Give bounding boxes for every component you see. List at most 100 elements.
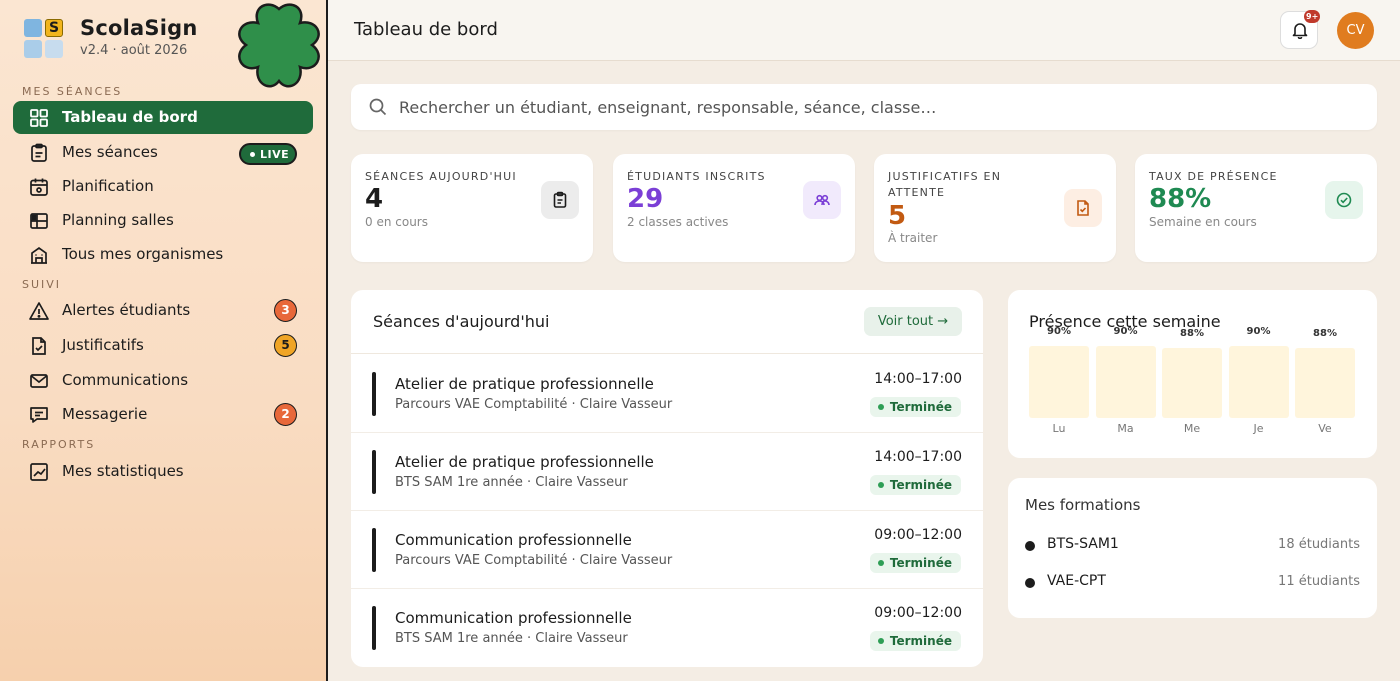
sidebar-item-label: Planning salles (62, 211, 174, 229)
sidebar-item-mes-seances[interactable]: Mes séances LIVE (13, 136, 313, 169)
stat-label: Séances aujourd'hui (365, 170, 517, 183)
stat-sub: 0 en cours (365, 215, 428, 229)
presence-day-label: Me (1183, 422, 1201, 435)
session-meta: BTS SAM 1re année · Claire Vasseur (395, 475, 628, 490)
session-meta: BTS SAM 1re année · Claire Vasseur (395, 631, 628, 646)
brand-version: v2.4 · août 2026 (80, 43, 188, 58)
sidebar-item-alertes-etudiants[interactable]: Alertes étudiants 3 (13, 294, 313, 327)
search-bar (351, 84, 1377, 130)
formation-item[interactable]: VAE-CPT 11 étudiants (1025, 572, 1360, 592)
session-time: 14:00–17:00 (874, 371, 962, 387)
session-name: Communication professionnelle (395, 531, 632, 549)
stat-value: 4 (365, 184, 384, 214)
alert-count-badge: 3 (274, 299, 297, 322)
session-color-bar (372, 606, 376, 650)
presence-value-label: 88% (1180, 328, 1204, 339)
sidebar-item-justificatifs[interactable]: Justificatifs 5 (13, 329, 313, 362)
document-check-icon (1077, 200, 1089, 216)
presence-bar (1162, 348, 1222, 418)
sessions-card: Séances d'aujourd'hui Voir tout → Atelie… (351, 290, 983, 667)
presence-value-label: 90% (1246, 326, 1271, 337)
clover-mascot-icon (238, 3, 320, 88)
session-time: 14:00–17:00 (874, 449, 962, 465)
search-input[interactable] (399, 92, 1359, 122)
user-avatar[interactable]: CV (1337, 12, 1374, 49)
session-status-badge: Terminée (869, 397, 961, 417)
check-circle-icon (1336, 192, 1352, 208)
chat-icon (30, 407, 48, 423)
sidebar-item-label: Justificatifs (62, 336, 144, 354)
presence-day-label: Je (1253, 422, 1264, 435)
presence-day-label: Ma (1117, 422, 1134, 435)
notifications-button[interactable]: 9+ (1280, 10, 1321, 49)
sidebar-item-tableau-de-bord[interactable]: Tableau de bord (13, 101, 313, 134)
building-icon (31, 246, 47, 264)
stat-value: 5 (888, 201, 907, 231)
stat-value: 29 (627, 184, 664, 214)
stat-label: Justificatifs en attente (888, 170, 1002, 199)
stat-icon-box (1325, 181, 1363, 219)
stat-icon-box (1064, 189, 1102, 227)
formation-item[interactable]: BTS-SAM1 18 étudiants (1025, 535, 1360, 555)
section-label-rapports: RAPPORTS (22, 438, 96, 451)
presence-bar (1029, 346, 1089, 418)
presence-day-label: Lu (1052, 422, 1066, 435)
sidebar-item-label: Mes statistiques (62, 462, 184, 480)
calendar-icon (30, 178, 48, 196)
session-time: 09:00–12:00 (874, 527, 962, 543)
presence-bar (1228, 346, 1289, 418)
session-row[interactable]: Communication professionnelle BTS SAM 1r… (351, 589, 983, 667)
stat-icon-box (541, 181, 579, 219)
session-color-bar (372, 372, 376, 416)
formation-count: 11 étudiants (1278, 574, 1360, 589)
sidebar-item-label: Alertes étudiants (62, 301, 191, 319)
divider (351, 353, 983, 354)
sidebar-divider (326, 0, 328, 681)
stat-label: Étudiants inscrits (627, 170, 766, 183)
presence-day-label: Ve (1318, 422, 1332, 435)
sidebar-item-mes-statistiques[interactable]: Mes statistiques (13, 455, 313, 488)
users-icon (814, 194, 830, 206)
messages-count-badge: 2 (274, 403, 297, 426)
stat-card-presence: Taux de présence 88% Semaine en cours (1135, 154, 1377, 262)
formation-count: 18 étudiants (1278, 537, 1360, 552)
sidebar-item-label: Planification (62, 177, 154, 195)
formation-code: VAE-CPT (1047, 573, 1106, 589)
session-meta: Parcours VAE Comptabilité · Claire Vasse… (395, 553, 673, 568)
sidebar-item-communications[interactable]: Communications (13, 364, 313, 397)
presence-value-label: 90% (1113, 326, 1138, 337)
room-grid-icon (30, 213, 48, 229)
session-meta: Parcours VAE Comptabilité · Claire Vasse… (395, 397, 673, 412)
sidebar-item-tous-mes-organismes[interactable]: Tous mes organismes (13, 238, 313, 271)
sidebar-item-planification[interactable]: Planification (13, 170, 313, 203)
document-check-icon (32, 337, 46, 355)
formations-title: Mes formations (1025, 496, 1141, 514)
stat-sub: 2 classes actives (627, 215, 729, 229)
sidebar-item-messagerie[interactable]: Messagerie 2 (13, 398, 313, 431)
session-color-bar (372, 450, 376, 494)
logo-icon: S (24, 19, 64, 59)
session-row[interactable]: Atelier de pratique professionnelle Parc… (351, 355, 983, 433)
session-time: 09:00–12:00 (874, 605, 962, 621)
presence-card: Présence cette semaine 90% Lu 90% Ma 88% Me 90… (1008, 290, 1377, 458)
formations-card: Mes formations BTS-SAM1 18 étudiants VAE… (1008, 478, 1377, 618)
session-name: Atelier de pratique professionnelle (395, 375, 654, 393)
session-name: Communication professionnelle (395, 609, 632, 627)
see-all-button[interactable]: Voir tout → (864, 307, 962, 336)
session-row[interactable]: Atelier de pratique professionnelle BTS … (351, 433, 983, 511)
sidebar-item-label: Communications (62, 371, 189, 389)
brand-name: ScolaSign (80, 16, 198, 40)
presence-bar (1095, 346, 1156, 418)
clipboard-icon (553, 191, 567, 208)
sidebar-item-label: Mes séances (62, 143, 158, 161)
top-header: Tableau de bord 9+ CV (328, 0, 1400, 61)
page-title: Tableau de bord (354, 19, 498, 40)
formation-code: BTS-SAM1 (1047, 536, 1119, 552)
sidebar-item-planning-salles[interactable]: Planning salles (13, 204, 313, 237)
formation-dot (1025, 578, 1035, 588)
grid-icon (30, 109, 48, 127)
stat-card-etudiants: Étudiants inscrits 29 2 classes actives (613, 154, 855, 262)
section-label-suivi: SUIVI (22, 278, 62, 291)
session-row[interactable]: Communication professionnelle Parcours V… (351, 511, 983, 589)
stat-sub: Semaine en cours (1149, 215, 1257, 229)
